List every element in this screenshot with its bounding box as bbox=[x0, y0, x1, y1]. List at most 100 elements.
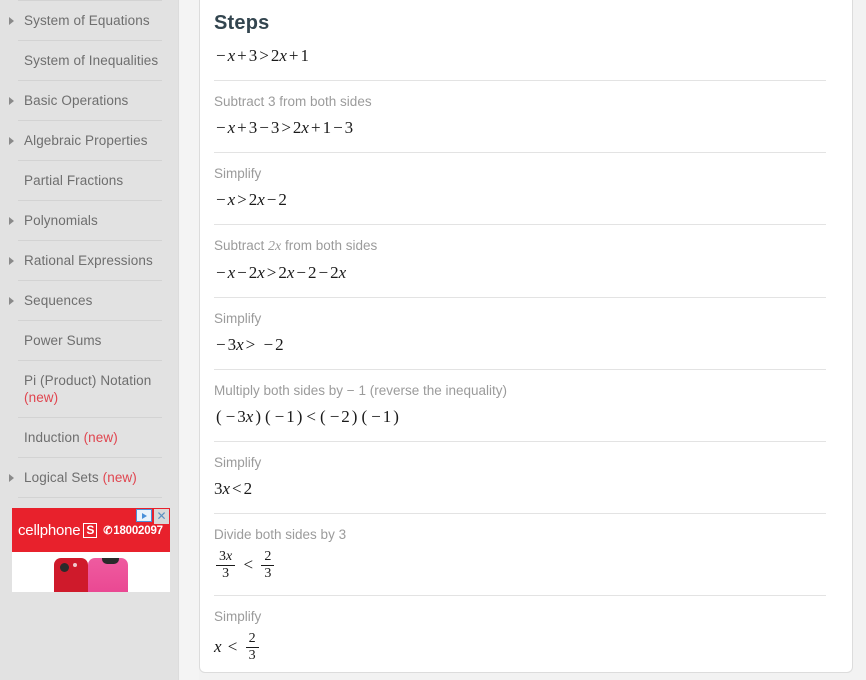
sidebar-item-label: Basic Operations bbox=[24, 93, 129, 108]
page-root: System of Equations System of Inequaliti… bbox=[0, 0, 866, 680]
fraction-right: 2 3 bbox=[261, 549, 275, 582]
phone-image-red bbox=[54, 558, 88, 592]
step-item: Simplify −3x > −2 bbox=[212, 310, 828, 356]
page-title: Steps bbox=[214, 12, 270, 34]
fraction-right: 2 3 bbox=[245, 631, 259, 664]
step-expression: x < 2 3 bbox=[214, 631, 828, 664]
sidebar-item-label: System of Equations bbox=[24, 13, 150, 28]
sidebar-item-rational-expressions[interactable]: Rational Expressions bbox=[0, 241, 178, 280]
camera-lens-icon bbox=[60, 563, 69, 572]
chevron-right-icon bbox=[9, 473, 14, 482]
fraction-denominator: 3 bbox=[261, 564, 275, 582]
step-divider bbox=[214, 513, 826, 514]
sidebar-nav: System of Equations System of Inequaliti… bbox=[0, 0, 178, 592]
step-item: Divide both sides by 3 3x 3 < 2 3 bbox=[212, 526, 828, 582]
sidebar-item-label: Polynomials bbox=[24, 213, 98, 228]
step-label: Simplify bbox=[214, 166, 262, 181]
new-badge: (new) bbox=[83, 430, 118, 445]
sidebar-item-algebraic-properties[interactable]: Algebraic Properties bbox=[0, 121, 178, 160]
ad-brand-mark: S bbox=[83, 522, 98, 538]
fraction-denominator: 3 bbox=[216, 564, 236, 582]
step-item: Subtract 2x from both sides − x −2x >2x −2−2… bbox=[212, 237, 828, 284]
sidebar-item-polynomials[interactable]: Polynomials bbox=[0, 201, 178, 240]
ad-phone-number: ✆18002097 bbox=[103, 524, 163, 537]
sidebar-item-logical-sets[interactable]: Logical Sets (new) bbox=[0, 458, 178, 497]
sidebar-item-induction[interactable]: Induction (new) bbox=[0, 418, 178, 457]
step-divider bbox=[214, 595, 826, 597]
problem-expression: − x +3 >2x +1 bbox=[216, 46, 309, 65]
step-expression: − x >2x −2 bbox=[216, 190, 287, 209]
fraction-denominator: 3 bbox=[245, 647, 259, 664]
fraction-numerator: 2 bbox=[264, 549, 272, 564]
chevron-right-icon bbox=[9, 96, 14, 105]
chevron-right-icon bbox=[9, 296, 14, 305]
camera-flash-icon bbox=[73, 563, 77, 567]
sidebar-item-power-sums[interactable]: Power Sums bbox=[0, 321, 178, 360]
sidebar-item-label: Algebraic Properties bbox=[24, 133, 148, 148]
variable-x: x bbox=[214, 637, 222, 657]
step-item: Simplify x < 2 3 bbox=[212, 608, 828, 664]
page-right-margin bbox=[853, 0, 866, 680]
step-expression: 3x <2 bbox=[214, 479, 253, 498]
sidebar: System of Equations System of Inequaliti… bbox=[0, 0, 178, 680]
close-icon[interactable]: ✕ bbox=[154, 509, 169, 524]
sidebar-item-basic-operations[interactable]: Basic Operations bbox=[0, 81, 178, 120]
step-item: Subtract 3 from both sides − x +3−3 >2x +1−3 bbox=[212, 93, 828, 139]
fraction-numerator: 3x bbox=[219, 549, 233, 564]
sidebar-item-pi-product-notation[interactable]: Pi (Product) Notation (new) bbox=[0, 361, 178, 417]
sidebar-item-label: System of Inequalities bbox=[24, 53, 159, 68]
step-expression: (−3x)(−1) <(−2)(−1) bbox=[216, 407, 399, 426]
step-divider bbox=[214, 80, 826, 81]
step-label: Simplify bbox=[214, 609, 262, 625]
ad-header[interactable]: cellphone S ✆18002097 ✕ bbox=[12, 508, 170, 552]
sidebar-item-label: Rational Expressions bbox=[24, 253, 153, 268]
step-item: Simplify 3x <2 bbox=[212, 454, 828, 500]
step-item: Multiply both sides by − 1 (reverse the … bbox=[212, 382, 828, 428]
adchoices-icon[interactable] bbox=[136, 509, 152, 522]
sidebar-item-system-of-inequalities[interactable]: System of Inequalities bbox=[0, 41, 178, 80]
phone-icon: ✆ bbox=[103, 524, 113, 537]
new-badge: (new) bbox=[102, 470, 137, 485]
step-divider bbox=[214, 297, 826, 298]
step-label-math: 2x bbox=[268, 239, 282, 254]
sidebar-item-label: Power Sums bbox=[24, 333, 102, 348]
chevron-right-icon bbox=[9, 16, 14, 25]
step-label: Simplify bbox=[214, 455, 262, 470]
chevron-right-icon bbox=[9, 256, 14, 265]
sidebar-item-label: Induction bbox=[24, 430, 80, 445]
step-label: Divide both sides by 3 bbox=[214, 527, 347, 542]
phone-notch bbox=[102, 558, 119, 564]
sidebar-item-label: Sequences bbox=[24, 293, 93, 308]
chevron-right-icon bbox=[9, 216, 14, 225]
sidebar-item-label: Pi (Product) Notation bbox=[24, 373, 152, 388]
nav-divider bbox=[18, 497, 162, 498]
inequality-operator: < bbox=[227, 637, 238, 657]
sidebar-item-label: Partial Fractions bbox=[24, 173, 124, 188]
steps-panel: Steps − x +3 >2x +1 Subtract 3 from both sid… bbox=[199, 0, 853, 673]
sidebar-item-sequences[interactable]: Sequences bbox=[0, 281, 178, 320]
step-divider bbox=[214, 224, 826, 225]
step-label: Subtract 2x from both sides bbox=[214, 238, 378, 254]
fraction-left: 3x 3 bbox=[216, 549, 236, 582]
inequality-operator: < bbox=[243, 555, 254, 575]
sidebar-item-list: System of Equations System of Inequaliti… bbox=[0, 1, 178, 498]
step-item: Simplify − x >2x −2 bbox=[212, 165, 828, 211]
step-expression: 3x 3 < 2 3 bbox=[214, 549, 828, 582]
step-divider bbox=[214, 152, 826, 153]
ad-brand-text: cellphone S bbox=[18, 522, 98, 539]
step-divider bbox=[214, 369, 826, 370]
step-label: Simplify bbox=[214, 311, 262, 326]
step-expression: −3x > −2 bbox=[216, 335, 284, 354]
step-expression: − x −2x >2x −2−2x bbox=[216, 263, 347, 282]
ad-product-image bbox=[12, 552, 170, 592]
chevron-right-icon bbox=[9, 136, 14, 145]
step-divider bbox=[214, 441, 826, 442]
new-badge: (new) bbox=[24, 390, 59, 405]
step-label: Subtract 3 from both sides bbox=[214, 94, 372, 109]
sidebar-item-system-of-equations[interactable]: System of Equations bbox=[0, 1, 178, 40]
step-label: Multiply both sides by − 1 (reverse the … bbox=[214, 383, 508, 398]
sidebar-item-partial-fractions[interactable]: Partial Fractions bbox=[0, 161, 178, 200]
advertisement[interactable]: cellphone S ✆18002097 ✕ bbox=[12, 508, 170, 592]
fraction-numerator: 2 bbox=[248, 631, 256, 647]
sidebar-content-gap bbox=[178, 0, 199, 680]
